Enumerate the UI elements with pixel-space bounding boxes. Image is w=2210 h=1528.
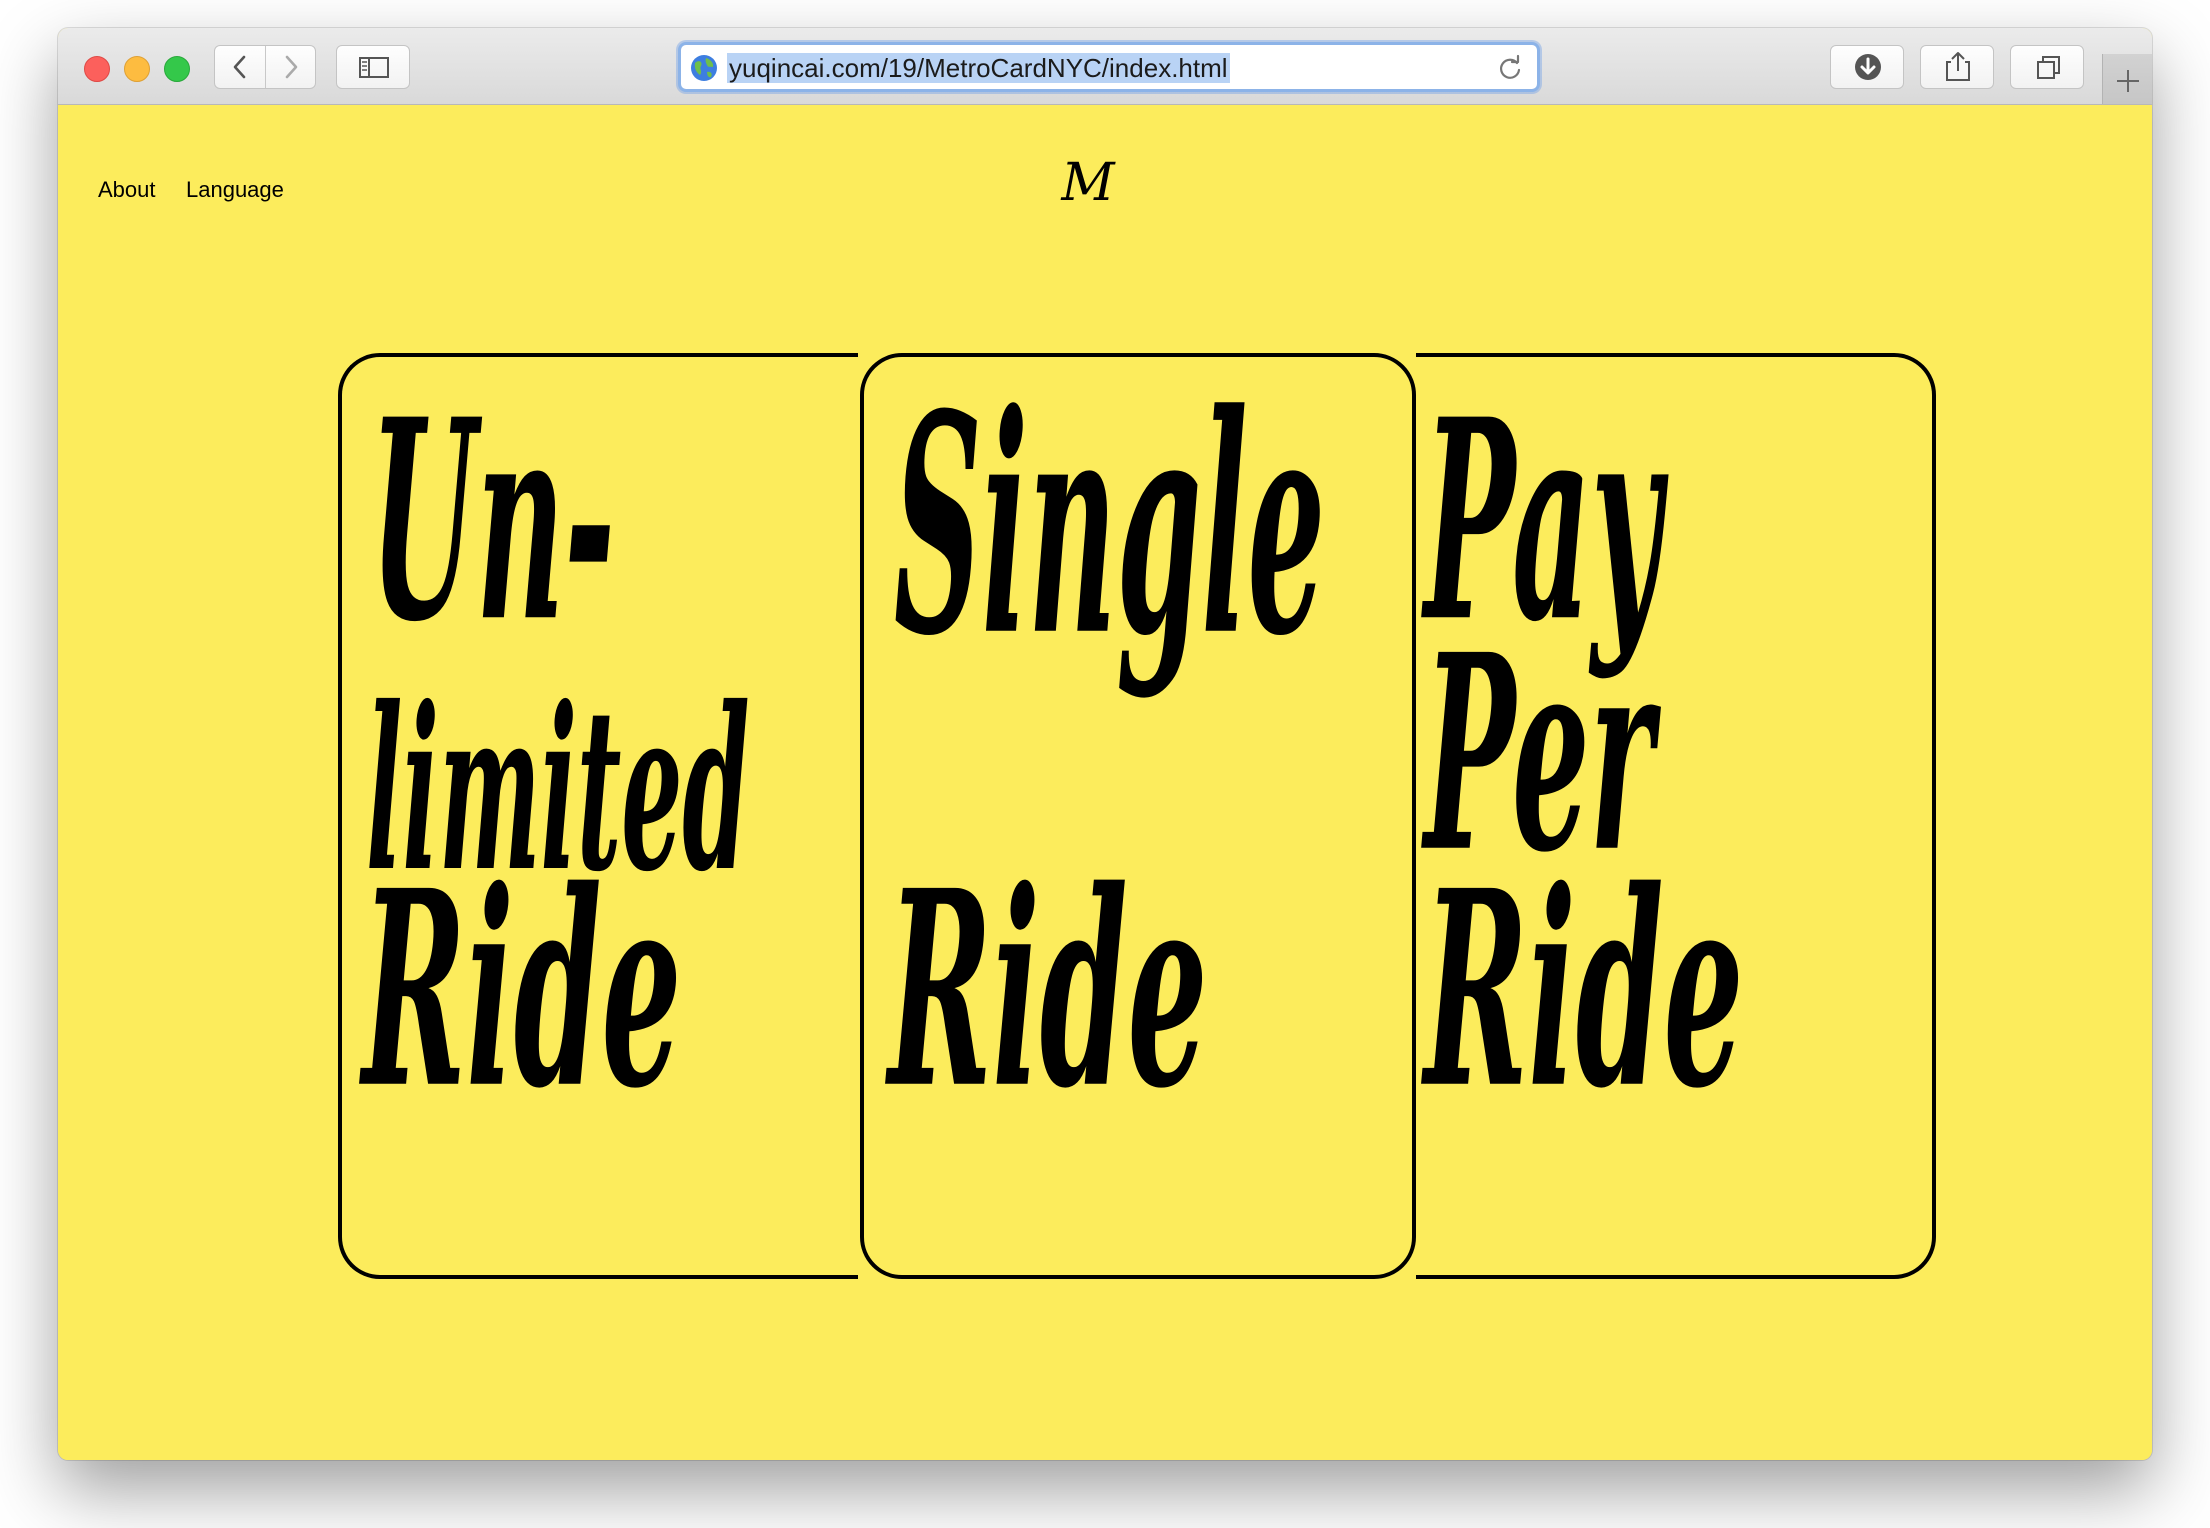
close-window-button[interactable] bbox=[84, 56, 110, 82]
browser-window: yuqincai.com/19/MetroCardNYC/index.html bbox=[58, 28, 2152, 1460]
chevron-left-icon bbox=[233, 55, 246, 79]
sidebar-icon bbox=[359, 57, 389, 78]
language-link[interactable]: Language bbox=[186, 177, 284, 203]
card-line: Ride bbox=[1424, 833, 1744, 1149]
card-unlimited-ride[interactable]: Un- limited Ride bbox=[338, 353, 858, 1279]
show-tabs-button[interactable] bbox=[2010, 45, 2084, 89]
share-button[interactable] bbox=[1920, 45, 1994, 89]
globe-icon bbox=[691, 55, 717, 81]
card-line: Ride bbox=[888, 833, 1208, 1149]
screen: yuqincai.com/19/MetroCardNYC/index.html bbox=[0, 0, 2210, 1528]
url-text[interactable]: yuqincai.com/19/MetroCardNYC/index.html bbox=[727, 53, 1230, 83]
chevron-right-icon bbox=[285, 55, 298, 79]
site-logo[interactable]: M bbox=[1048, 153, 1128, 213]
card-single-ride[interactable]: Single Ride bbox=[860, 353, 1416, 1279]
plus-icon bbox=[2117, 70, 2139, 92]
download-icon bbox=[1855, 54, 1881, 80]
about-link[interactable]: About bbox=[98, 177, 156, 203]
page-content: About Language M Un- limited Ride Single… bbox=[58, 105, 2152, 1460]
history-nav-group bbox=[214, 45, 316, 89]
address-bar[interactable]: yuqincai.com/19/MetroCardNYC/index.html bbox=[678, 42, 1540, 92]
sidebar-button[interactable] bbox=[336, 45, 410, 89]
minimize-window-button[interactable] bbox=[124, 56, 150, 82]
share-icon bbox=[1946, 52, 1970, 81]
card-line: Un- bbox=[370, 361, 615, 684]
back-button[interactable] bbox=[215, 46, 265, 88]
card-line: Ride bbox=[362, 833, 682, 1149]
forward-button[interactable] bbox=[266, 46, 316, 88]
card-pay-per-ride[interactable]: Pay Per Ride bbox=[1416, 353, 1936, 1279]
browser-toolbar: yuqincai.com/19/MetroCardNYC/index.html bbox=[58, 28, 2152, 105]
card-line: Single bbox=[894, 353, 1326, 704]
zoom-window-button[interactable] bbox=[164, 56, 190, 82]
reload-icon[interactable] bbox=[1495, 53, 1525, 83]
tabs-icon bbox=[2037, 56, 2060, 79]
new-tab-button[interactable] bbox=[2102, 54, 2152, 104]
downloads-button[interactable] bbox=[1830, 45, 1904, 89]
